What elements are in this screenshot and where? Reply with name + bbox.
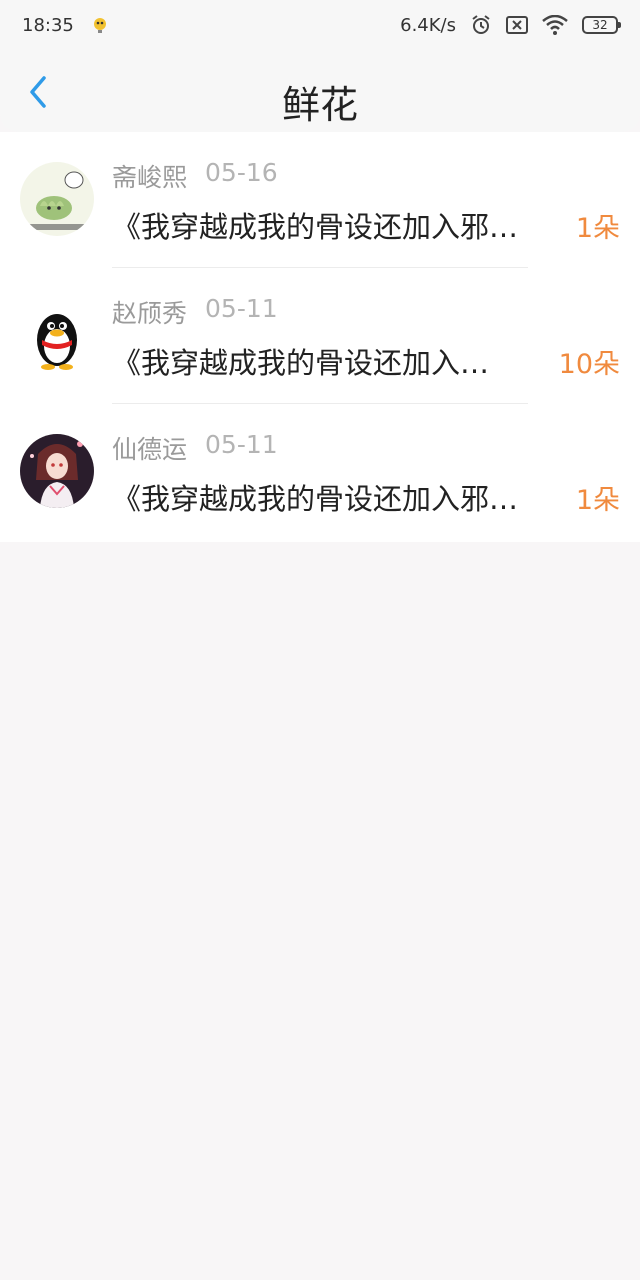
battery-icon: 32 [582,16,621,34]
status-time: 18:35 [22,14,74,36]
date: 05-11 [205,294,278,323]
date: 05-11 [205,430,278,459]
user-name: 仙德运 [112,435,188,464]
no-sim-icon [506,16,528,34]
avatar[interactable] [20,434,94,508]
network-speed: 6.4K/s [400,14,456,36]
date: 05-16 [205,158,278,187]
list-item[interactable]: 仙德运 05-11 《我穿越成我的骨设还加入邪… 1朵 [0,404,640,540]
alarm-icon [470,14,492,36]
user-name: 斋峻熙 [112,163,188,192]
page-title: 鲜花 [281,83,358,127]
list-item[interactable]: 斋峻熙 05-16 《我穿越成我的骨设还加入邪… 1朵 [0,132,640,268]
user-name: 赵颀秀 [112,299,188,328]
app-header: 鲜花 [0,50,640,132]
avatar[interactable] [20,162,94,236]
book-title: 《我穿越成我的骨设还加入邪… [112,482,519,516]
status-bar: 18:35 6.4K/s 32 [0,0,640,50]
flower-count: 1朵 [575,485,620,516]
battery-level: 32 [592,18,608,32]
avatar[interactable] [20,298,94,372]
flower-list: 斋峻熙 05-16 《我穿越成我的骨设还加入邪… 1朵 赵颀秀 05-11 《我… [0,132,640,542]
book-title: 《我穿越成我的骨设还加入… [112,346,490,380]
flower-count: 1朵 [575,213,620,244]
flower-count: 10朵 [558,349,620,380]
notification-bird-icon [90,15,110,35]
wifi-icon [542,15,568,35]
book-title: 《我穿越成我的骨设还加入邪… [112,210,519,244]
list-item[interactable]: 赵颀秀 05-11 《我穿越成我的骨设还加入… 10朵 [0,268,640,404]
